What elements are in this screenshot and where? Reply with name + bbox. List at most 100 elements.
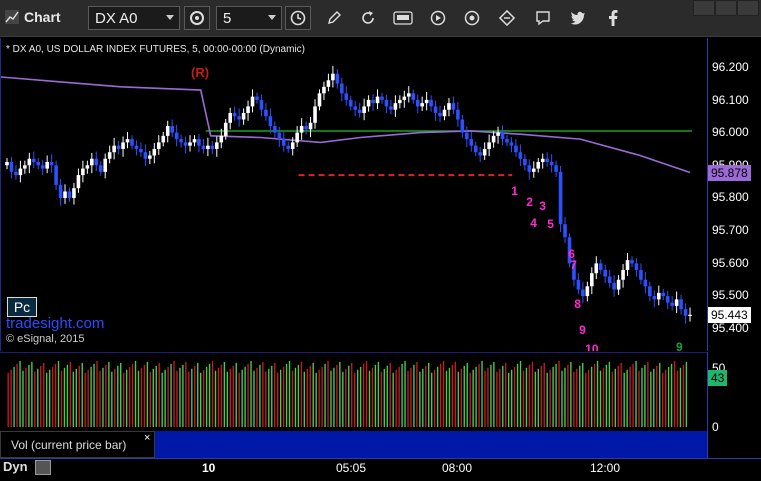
pencil-icon — [328, 11, 341, 24]
volume-bar — [146, 361, 149, 428]
volume-bar — [253, 370, 255, 428]
volume-bar — [173, 360, 175, 428]
volume-bar — [161, 372, 163, 428]
draw-button[interactable] — [321, 6, 347, 30]
volume-bar — [519, 360, 522, 428]
candle-body — [683, 309, 688, 316]
candle-body — [58, 184, 63, 198]
volume-bar — [454, 361, 457, 428]
price-axis-label: 95.600 — [712, 255, 749, 270]
twitter-button[interactable] — [565, 6, 591, 30]
interval-clock-button[interactable] — [285, 6, 311, 30]
chevron-down-icon[interactable] — [166, 15, 174, 20]
price-chart[interactable]: 12 34 5678910 9 — [0, 38, 707, 351]
volume-bar — [442, 360, 445, 428]
interval-select[interactable]: 5 — [216, 6, 282, 30]
volume-bar — [522, 370, 525, 428]
volume-bar — [656, 365, 658, 428]
volume-bar — [96, 360, 98, 428]
candle-body — [451, 103, 456, 110]
candle-body — [299, 126, 304, 133]
candle-body — [531, 168, 536, 172]
candle-body — [380, 96, 384, 100]
volume-bar — [315, 372, 317, 428]
record-button[interactable] — [459, 6, 485, 30]
volume-bar — [617, 365, 619, 428]
volume-bar — [188, 371, 190, 428]
volume-bar — [28, 364, 30, 428]
volume-panel[interactable] — [0, 352, 707, 430]
volume-bar — [602, 367, 605, 428]
volume-bar — [555, 363, 557, 428]
volume-study-label[interactable]: Vol (current price bar) — [0, 431, 155, 458]
candle-body — [219, 135, 224, 143]
candle-body — [634, 263, 639, 270]
volume-bar — [351, 362, 353, 428]
volume-bar — [407, 370, 409, 428]
candle-body — [237, 116, 241, 120]
candle-body — [31, 158, 36, 163]
count-label: 5 — [547, 217, 554, 231]
close-window-button[interactable] — [737, 0, 759, 16]
volume-bar — [155, 365, 157, 428]
maximize-button[interactable] — [715, 0, 737, 16]
candle-body — [648, 286, 652, 297]
volume-bar — [48, 369, 51, 428]
volume-bar — [54, 363, 57, 428]
volume-bar — [644, 364, 646, 428]
volume-bar — [69, 361, 72, 428]
comment-button[interactable] — [530, 6, 556, 30]
candle-body — [90, 158, 94, 166]
chevron-down-icon[interactable] — [268, 15, 276, 20]
volume-bar — [318, 369, 320, 428]
refresh-button[interactable] — [355, 6, 381, 30]
candle-body — [420, 103, 424, 107]
volume-bar — [534, 371, 537, 428]
volume-bar — [339, 361, 341, 428]
candle-body — [277, 132, 282, 140]
candle-body — [625, 260, 630, 270]
volume-bar — [241, 369, 243, 428]
candle-body — [317, 93, 322, 107]
candle-body — [540, 158, 545, 163]
minimize-button[interactable] — [693, 0, 715, 16]
volume-bar — [593, 363, 596, 428]
candle-body — [121, 142, 125, 149]
volume-bar — [460, 368, 462, 428]
volume-bar — [333, 367, 335, 428]
volume-bar — [256, 367, 258, 428]
volume-bar — [380, 371, 383, 428]
symbol-select[interactable]: DX A0 — [88, 6, 180, 30]
play-button[interactable] — [425, 6, 451, 30]
volume-bar — [682, 364, 685, 428]
close-icon[interactable]: × — [144, 432, 150, 444]
symbol-settings-button[interactable] — [184, 6, 210, 30]
volume-bar — [330, 370, 332, 428]
candle-body — [335, 73, 340, 84]
dynamic-mode-icon[interactable] — [35, 460, 51, 475]
dynamic-mode-label[interactable]: Dyn — [3, 459, 28, 474]
time-axis[interactable] — [0, 458, 761, 481]
moving-average-line — [1, 76, 691, 174]
volume-bar — [629, 366, 631, 428]
candle-body — [188, 142, 192, 146]
candle-body — [545, 158, 549, 163]
volume-bar — [176, 370, 178, 428]
facebook-button[interactable] — [600, 6, 626, 30]
volume-bar — [605, 364, 608, 428]
volume-bar — [259, 364, 261, 428]
candle-body — [23, 165, 27, 169]
candle-body — [456, 109, 460, 120]
candle-body — [661, 292, 666, 297]
link-button[interactable] — [494, 6, 520, 30]
volume-bar — [37, 368, 39, 428]
get-button[interactable] — [390, 6, 416, 30]
volume-bar — [457, 371, 460, 428]
candle-body — [94, 158, 99, 166]
pc-button[interactable]: Pc — [7, 297, 37, 317]
volume-bar — [430, 372, 433, 428]
volume-bar — [66, 364, 69, 428]
candle-body — [210, 145, 215, 149]
candle-body — [581, 289, 585, 297]
volume-bar — [265, 371, 267, 428]
